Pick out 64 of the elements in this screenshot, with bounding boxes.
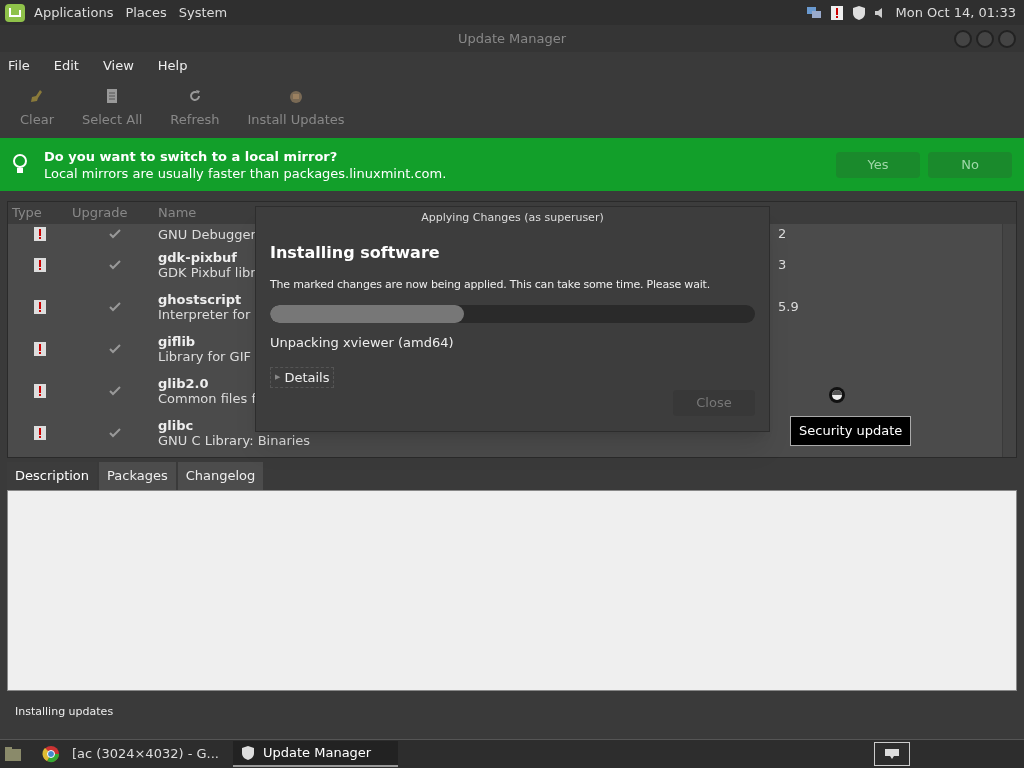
banner-title: Do you want to switch to a local mirror? bbox=[44, 147, 339, 165]
mint-logo-icon bbox=[4, 2, 26, 23]
alert-icon[interactable] bbox=[829, 4, 844, 21]
taskbar-button[interactable]: [ac (3024×4032) - G... bbox=[64, 741, 229, 767]
package-description: Library for GIF bbox=[158, 349, 251, 364]
progress-status: Unpacking xviewer (amd64) bbox=[270, 334, 455, 352]
panel-menu[interactable]: System bbox=[178, 2, 228, 23]
status-text: Installing updates bbox=[15, 704, 114, 721]
shield-icon bbox=[241, 745, 255, 761]
window-control[interactable] bbox=[976, 29, 994, 48]
package-name: ghostscript bbox=[158, 292, 242, 307]
alert-icon bbox=[33, 226, 47, 242]
folder-icon[interactable] bbox=[4, 746, 22, 762]
network-icon[interactable] bbox=[805, 5, 822, 20]
window-control[interactable] bbox=[998, 29, 1016, 48]
window-control[interactable] bbox=[954, 29, 972, 48]
dialog-message: The marked changes are now being applied. This can take some time. Please wait. bbox=[270, 276, 711, 293]
checkmark-icon[interactable] bbox=[109, 260, 121, 270]
package-description: GNU C Library: Binaries bbox=[158, 433, 311, 448]
menu-item[interactable]: View bbox=[102, 56, 134, 76]
tab[interactable]: Changelog bbox=[177, 462, 264, 490]
tab[interactable]: Packages bbox=[99, 462, 176, 490]
checkmark-icon[interactable] bbox=[109, 428, 121, 438]
broom-icon bbox=[29, 88, 45, 104]
alert-icon bbox=[33, 341, 47, 357]
tooltip: Security update bbox=[790, 416, 912, 446]
package-description: GDK Pixbuf libr bbox=[158, 265, 256, 280]
alert-icon bbox=[33, 299, 47, 315]
checkmark-icon[interactable] bbox=[109, 344, 121, 354]
package-name: gdk-pixbuf bbox=[158, 250, 237, 265]
window-title: Update Manager bbox=[457, 29, 567, 48]
shield-icon[interactable] bbox=[851, 4, 866, 21]
taskbar-button[interactable]: Update Manager bbox=[233, 741, 398, 767]
package-icon bbox=[288, 88, 304, 104]
busy-cursor-icon bbox=[828, 386, 846, 404]
menu-item[interactable]: Help bbox=[157, 56, 188, 76]
package-name: giflib bbox=[158, 334, 196, 349]
banner-text: Local mirrors are usually faster than packages.linuxmint.com. bbox=[44, 164, 447, 182]
panel-menu[interactable]: Applications bbox=[34, 2, 114, 23]
checkmark-icon[interactable] bbox=[109, 302, 121, 312]
document-icon bbox=[105, 88, 120, 104]
package-description: GNU Debugger bbox=[158, 226, 256, 242]
monitor-icon bbox=[884, 748, 900, 760]
browser-icon[interactable] bbox=[42, 745, 60, 763]
show-desktop-button[interactable] bbox=[874, 742, 910, 766]
table-cell: 3 bbox=[778, 257, 787, 273]
alert-icon bbox=[33, 425, 47, 441]
scrollbar[interactable] bbox=[1002, 224, 1016, 457]
panel-menu[interactable]: Places bbox=[125, 2, 167, 23]
table-cell: 5.9 bbox=[778, 299, 799, 315]
alert-icon bbox=[33, 383, 47, 399]
package-name: glib2.0 bbox=[158, 376, 209, 391]
checkmark-icon[interactable] bbox=[109, 386, 121, 396]
alert-icon bbox=[33, 257, 47, 273]
menu-item[interactable]: File bbox=[8, 56, 30, 76]
package-name: glibc bbox=[158, 418, 194, 433]
dialog-heading: Installing software bbox=[270, 241, 441, 264]
package-description: Interpreter for bbox=[158, 307, 251, 322]
dialog-title: Applying Changes (as superuser) bbox=[421, 210, 604, 226]
table-cell: 2 bbox=[778, 226, 787, 242]
lightbulb-icon bbox=[12, 153, 28, 176]
menu-item[interactable]: Edit bbox=[53, 56, 79, 76]
checkmark-icon[interactable] bbox=[109, 229, 121, 239]
clock[interactable]: Mon Oct 14, 01:33 bbox=[895, 2, 1016, 23]
